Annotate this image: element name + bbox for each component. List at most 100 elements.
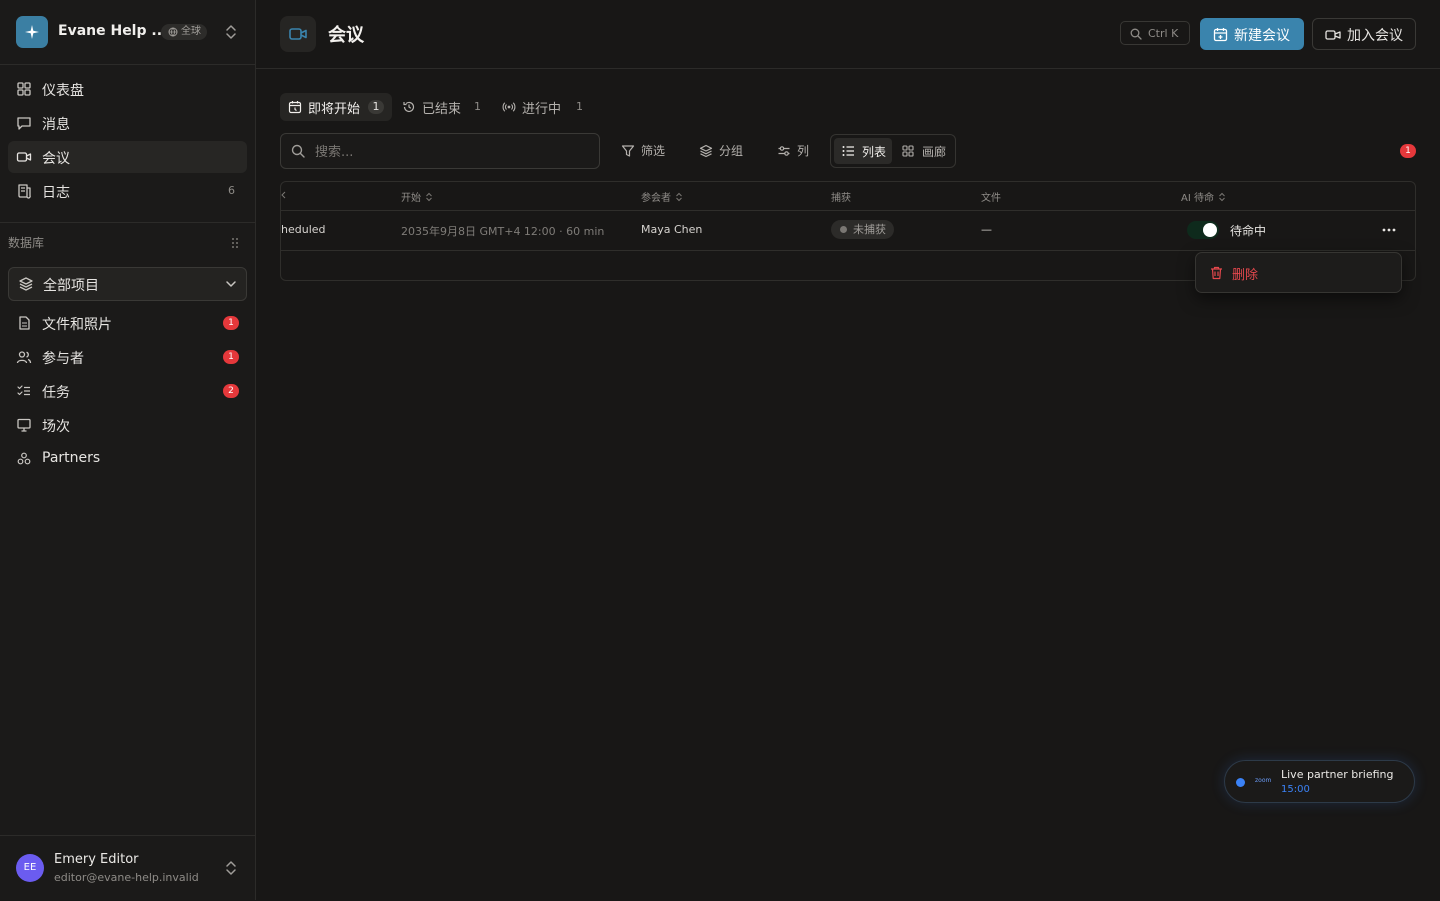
capture-status-badge: 未捕获: [831, 220, 894, 239]
count-badge: 2: [223, 384, 239, 398]
nav-item-meetings[interactable]: 会议: [8, 141, 247, 173]
column-header-capture[interactable]: 捕获: [831, 189, 851, 204]
columns-label: 列: [797, 144, 810, 158]
avatar: EE: [16, 854, 44, 882]
sidebar-item-label: 文件和照片: [42, 317, 112, 333]
start-datetime: 2035年9月8日 GMT+4 12:00: [401, 225, 556, 238]
sort-icon[interactable]: [281, 190, 287, 200]
main-content: 会议 Ctrl K 新建会议 加入会议 即将开始 1 已结束 1 进行中 1 搜…: [256, 0, 1440, 900]
delete-menu-item[interactable]: 删除: [1232, 264, 1258, 283]
file-icon: [19, 316, 30, 330]
sort-icon: [1219, 192, 1225, 202]
dashboard-icon: [17, 82, 31, 96]
video-icon: [16, 152, 32, 162]
database-selector[interactable]: 全部项目: [8, 267, 247, 301]
scope-badge: 全球: [161, 24, 207, 40]
column-header-files[interactable]: 文件: [981, 189, 1001, 204]
presentation-icon: [17, 418, 31, 432]
sidebar-item-participants[interactable]: 参与者 1: [8, 341, 247, 373]
search-icon: [291, 144, 305, 158]
live-meeting-title: Live partner briefing: [1281, 768, 1394, 781]
view-gallery-button[interactable]: 画廊: [894, 138, 952, 164]
log-icon: [18, 184, 31, 199]
view-toggle: 列表 画廊: [830, 134, 956, 168]
command-search-button[interactable]: Ctrl K: [1120, 21, 1190, 45]
tab-count: 1: [576, 100, 583, 113]
globe-icon: [168, 27, 178, 37]
workspace-switcher[interactable]: Evane Help ... 全球: [0, 0, 255, 65]
page-header: 会议 Ctrl K 新建会议 加入会议: [256, 0, 1440, 69]
new-meeting-button[interactable]: 新建会议: [1200, 18, 1304, 50]
sparkle-icon: [25, 25, 39, 39]
table-header: 开始 参会者 捕获 文件 AI 待命: [281, 182, 1415, 211]
column-header-label: AI 待命: [1181, 193, 1214, 204]
column-header-label: 开始: [401, 193, 421, 204]
tab-label: 进行中: [522, 102, 562, 117]
nav-item-label: 日志: [42, 185, 70, 201]
view-gallery-label: 画廊: [922, 145, 947, 159]
video-icon: [289, 28, 307, 40]
filter-label: 筛选: [641, 144, 666, 158]
nav-item-label: 会议: [42, 151, 70, 167]
table-row[interactable]: heduled 2035年9月8日 GMT+4 12:00 · 60 min M…: [281, 210, 1415, 251]
workspace-logo: [16, 16, 48, 48]
tab-upcoming[interactable]: 即将开始 1: [280, 93, 392, 121]
search-input[interactable]: [313, 141, 587, 163]
calendar-plus-icon: [1213, 28, 1228, 42]
column-header-participants[interactable]: 参会者: [641, 189, 683, 204]
nav-item-count: 6: [228, 184, 235, 197]
cell-status: heduled: [281, 223, 326, 236]
column-header-ai-standby[interactable]: AI 待命: [1181, 189, 1226, 204]
nav-item-logs[interactable]: 日志 6: [8, 175, 247, 207]
partners-icon: [17, 452, 31, 465]
tab-in-progress[interactable]: 进行中 1: [494, 93, 594, 121]
new-meeting-label: 新建会议: [1234, 28, 1290, 44]
group-label: 分组: [719, 144, 744, 158]
sliders-icon: [778, 146, 790, 156]
chevron-updown-icon[interactable]: [224, 860, 238, 876]
chevron-down-icon: [226, 281, 236, 287]
nav-item-label: 消息: [42, 117, 70, 133]
tab-count: 1: [474, 100, 481, 113]
page-title: 会议: [328, 25, 364, 46]
cell-start: 2035年9月8日 GMT+4 12:00 · 60 min: [401, 223, 604, 239]
view-list-button[interactable]: 列表: [834, 138, 892, 164]
sidebar-item-partners[interactable]: Partners: [8, 443, 247, 475]
row-action-menu: 删除: [1195, 252, 1402, 293]
join-meeting-button[interactable]: 加入会议: [1312, 18, 1416, 50]
nav-item-dashboard[interactable]: 仪表盘: [8, 73, 247, 105]
layers-icon: [19, 277, 33, 291]
sidebar-divider: [0, 222, 255, 223]
sidebar: Evane Help ... 全球 仪表盘 消息 会议 日志 6 数据库 全部项…: [0, 0, 256, 900]
sidebar-item-label: 任务: [42, 385, 70, 401]
shortcut-label: Ctrl K: [1148, 27, 1179, 40]
sidebar-item-tasks[interactable]: 任务 2: [8, 375, 247, 407]
ai-standby-toggle[interactable]: [1187, 221, 1219, 239]
user-menu[interactable]: EE Emery Editor editor@evane-help.invali…: [0, 835, 255, 901]
column-header-start[interactable]: 开始: [401, 189, 433, 204]
tab-count: 1: [368, 100, 384, 114]
sidebar-item-label: 参与者: [42, 351, 84, 367]
chevron-updown-icon[interactable]: [224, 24, 238, 40]
video-icon: [1325, 30, 1341, 40]
message-icon: [17, 117, 31, 130]
column-header-label: 捕获: [831, 193, 851, 204]
live-meeting-time: 15:00: [1281, 784, 1310, 795]
column-header-label: 参会者: [641, 193, 671, 204]
trash-icon: [1211, 266, 1222, 280]
search-box[interactable]: [280, 133, 600, 169]
live-meeting-indicator[interactable]: zoom Live partner briefing 15:00: [1224, 760, 1415, 803]
more-horizontal-icon[interactable]: [1379, 220, 1399, 240]
scope-badge-label: 全球: [181, 26, 201, 37]
notification-badge[interactable]: 1: [1400, 144, 1416, 158]
cell-participant: Maya Chen: [641, 223, 703, 236]
page-icon: [280, 16, 316, 52]
tab-ended[interactable]: 已结束 1: [394, 93, 486, 121]
user-name: Emery Editor: [54, 852, 139, 867]
nav-item-messages[interactable]: 消息: [8, 107, 247, 139]
database-section-title: 数据库: [8, 236, 45, 250]
sidebar-item-sessions[interactable]: 场次: [8, 409, 247, 441]
sidebar-item-files[interactable]: 文件和照片 1: [8, 307, 247, 339]
drag-handle-icon[interactable]: [231, 237, 239, 249]
cell-files: —: [981, 223, 992, 236]
